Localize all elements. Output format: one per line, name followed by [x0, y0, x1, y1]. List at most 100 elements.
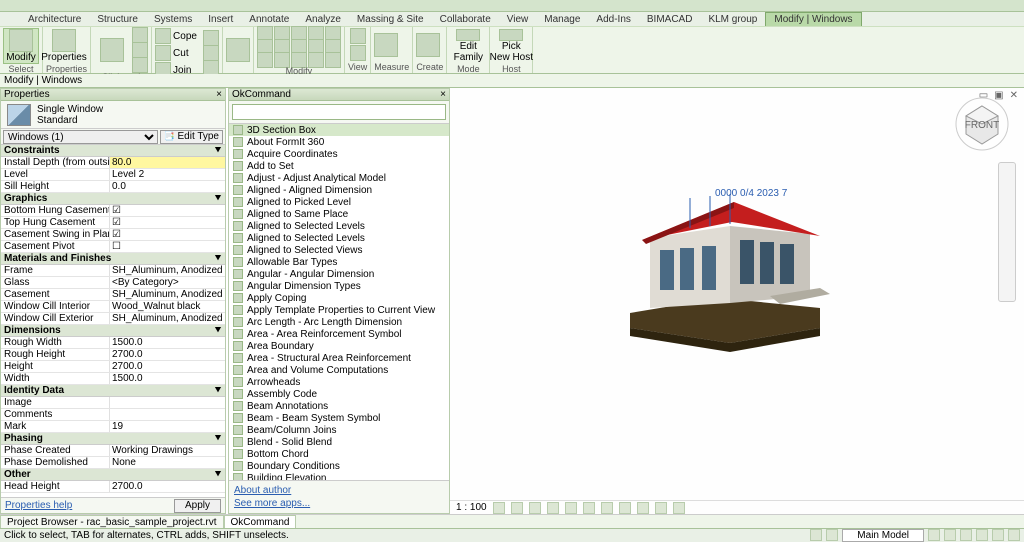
- menu-collaborate[interactable]: Collaborate: [432, 13, 499, 26]
- command-item[interactable]: Assembly Code: [229, 388, 449, 400]
- prop-row[interactable]: Comments: [1, 409, 225, 421]
- properties-tool[interactable]: Properties: [46, 28, 82, 64]
- prop-category[interactable]: Constraints⯆: [1, 145, 225, 157]
- prop-row[interactable]: Casement Pivot☐: [1, 241, 225, 253]
- command-item[interactable]: Boundary Conditions: [229, 460, 449, 472]
- prop-row[interactable]: Head Height2700.0: [1, 481, 225, 493]
- cut-clip[interactable]: [132, 28, 148, 42]
- command-item[interactable]: Acquire Coordinates: [229, 148, 449, 160]
- menu-massing-site[interactable]: Massing & Site: [349, 13, 432, 26]
- building-model[interactable]: 0000 0/4 2023 7: [620, 168, 840, 358]
- command-item[interactable]: Aligned to Selected Levels: [229, 220, 449, 232]
- prop-row[interactable]: Image: [1, 397, 225, 409]
- cut-geom-icon[interactable]: [155, 45, 171, 61]
- activate-icon[interactable]: [226, 38, 250, 62]
- prop-row[interactable]: Mark19: [1, 421, 225, 433]
- prop-category[interactable]: Phasing⯆: [1, 433, 225, 445]
- menu-systems[interactable]: Systems: [146, 13, 200, 26]
- command-item[interactable]: Arrowheads: [229, 376, 449, 388]
- command-item[interactable]: Aligned to Selected Levels: [229, 232, 449, 244]
- prop-row[interactable]: Bottom Hung Casement☑: [1, 205, 225, 217]
- properties-help-link[interactable]: Properties help: [5, 500, 72, 511]
- prop-category[interactable]: Other⯆: [1, 469, 225, 481]
- command-item[interactable]: Beam - Beam System Symbol: [229, 412, 449, 424]
- prop-row[interactable]: Install Depth (from outside)80.0: [1, 157, 225, 169]
- prop-row[interactable]: Height2700.0: [1, 361, 225, 373]
- tab-okcommand[interactable]: OkCommand: [224, 515, 297, 528]
- view-control-bar[interactable]: 1 : 100: [450, 500, 1024, 514]
- copy-clip[interactable]: [132, 43, 148, 57]
- panel-tabs[interactable]: Project Browser - rac_basic_sample_proje…: [0, 514, 1024, 528]
- menu-modify-windows[interactable]: Modify | Windows: [765, 12, 861, 27]
- prop-row[interactable]: Sill Height0.0: [1, 181, 225, 193]
- prop-category[interactable]: Identity Data⯆: [1, 385, 225, 397]
- command-item[interactable]: Aligned to Same Place: [229, 208, 449, 220]
- viewcube[interactable]: FRONT: [954, 96, 1010, 152]
- prop-category[interactable]: Graphics⯆: [1, 193, 225, 205]
- menu-manage[interactable]: Manage: [536, 13, 588, 26]
- navigation-bar[interactable]: [998, 162, 1016, 302]
- command-item[interactable]: Blend - Solid Blend: [229, 436, 449, 448]
- menu-structure[interactable]: Structure: [89, 13, 146, 26]
- command-item[interactable]: Aligned - Aligned Dimension: [229, 184, 449, 196]
- menubar[interactable]: ArchitectureStructureSystemsInsertAnnota…: [0, 12, 1024, 26]
- prop-category[interactable]: Dimensions⯆: [1, 325, 225, 337]
- prop-row[interactable]: FrameSH_Aluminum, Anodized Black: [1, 265, 225, 277]
- close-icon[interactable]: ×: [440, 89, 446, 100]
- command-item[interactable]: Apply Coping: [229, 292, 449, 304]
- command-item[interactable]: Beam Annotations: [229, 400, 449, 412]
- command-item[interactable]: Area - Structural Area Reinforcement: [229, 352, 449, 364]
- command-list[interactable]: 3D Section BoxAbout FormIt 360Acquire Co…: [229, 123, 449, 481]
- prop-row[interactable]: Phase DemolishedNone: [1, 457, 225, 469]
- prop-row[interactable]: Phase CreatedWorking Drawings: [1, 445, 225, 457]
- command-item[interactable]: Apply Template Properties to Current Vie…: [229, 304, 449, 316]
- prop-row[interactable]: CasementSH_Aluminum, Anodized Black: [1, 289, 225, 301]
- command-item[interactable]: Allowable Bar Types: [229, 256, 449, 268]
- prop-row[interactable]: LevelLevel 2: [1, 169, 225, 181]
- command-item[interactable]: 3D Section Box: [229, 124, 449, 136]
- scale-label[interactable]: 1 : 100: [456, 502, 487, 513]
- search-input[interactable]: [232, 104, 446, 120]
- menu-architecture[interactable]: Architecture: [20, 13, 89, 26]
- menu-klm-group[interactable]: KLM group: [700, 13, 765, 26]
- property-grid[interactable]: Constraints⯆Install Depth (from outside)…: [1, 145, 225, 497]
- menu-analyze[interactable]: Analyze: [297, 13, 349, 26]
- paste-tool[interactable]: [94, 32, 130, 68]
- prop-row[interactable]: Rough Height2700.0: [1, 349, 225, 361]
- prop-row[interactable]: Rough Width1500.0: [1, 337, 225, 349]
- command-item[interactable]: Area and Volume Computations: [229, 364, 449, 376]
- prop-row[interactable]: Window Cill InteriorWood_Walnut black: [1, 301, 225, 313]
- prop-row[interactable]: Top Hung Casement☑: [1, 217, 225, 229]
- prop-category[interactable]: Materials and Finishes⯆: [1, 253, 225, 265]
- workset-select[interactable]: Main Model: [842, 529, 924, 542]
- tab-project-browser[interactable]: Project Browser - rac_basic_sample_proje…: [0, 515, 224, 528]
- menu-annotate[interactable]: Annotate: [241, 13, 297, 26]
- create-icon[interactable]: [416, 33, 440, 57]
- command-item[interactable]: About FormIt 360: [229, 136, 449, 148]
- prop-row[interactable]: Window Cill ExteriorSH_Aluminum, Anodize…: [1, 313, 225, 325]
- edit-type-button[interactable]: 📑 Edit Type: [160, 130, 223, 144]
- close-icon[interactable]: ×: [216, 89, 222, 100]
- edit-family-button[interactable]: Edit Family: [450, 28, 486, 64]
- command-item[interactable]: Beam/Column Joins: [229, 424, 449, 436]
- match[interactable]: [132, 58, 148, 72]
- apply-button[interactable]: Apply: [174, 499, 221, 513]
- menu-insert[interactable]: Insert: [200, 13, 241, 26]
- close-view-icon[interactable]: ✕: [1010, 90, 1018, 101]
- command-item[interactable]: Aligned to Picked Level: [229, 196, 449, 208]
- command-item[interactable]: Area - Area Reinforcement Symbol: [229, 328, 449, 340]
- menu-add-ins[interactable]: Add-Ins: [588, 13, 638, 26]
- pick-new-host-button[interactable]: Pick New Host: [493, 28, 529, 64]
- modify-tool[interactable]: Modify: [3, 28, 39, 64]
- cope-icon[interactable]: [155, 28, 171, 44]
- command-item[interactable]: Aligned to Selected Views: [229, 244, 449, 256]
- prop-row[interactable]: Width1500.0: [1, 373, 225, 385]
- filter-select[interactable]: Windows (1): [3, 130, 158, 144]
- measure-icon[interactable]: [374, 33, 398, 57]
- command-item[interactable]: Area Boundary: [229, 340, 449, 352]
- 3d-viewport[interactable]: ▭▣✕ FRONT 0000 0/4 2023 7: [450, 88, 1024, 514]
- command-item[interactable]: Arc Length - Arc Length Dimension: [229, 316, 449, 328]
- prop-row[interactable]: Glass<By Category>: [1, 277, 225, 289]
- prop-row[interactable]: Casement Swing in Plan☑: [1, 229, 225, 241]
- menu-view[interactable]: View: [499, 13, 537, 26]
